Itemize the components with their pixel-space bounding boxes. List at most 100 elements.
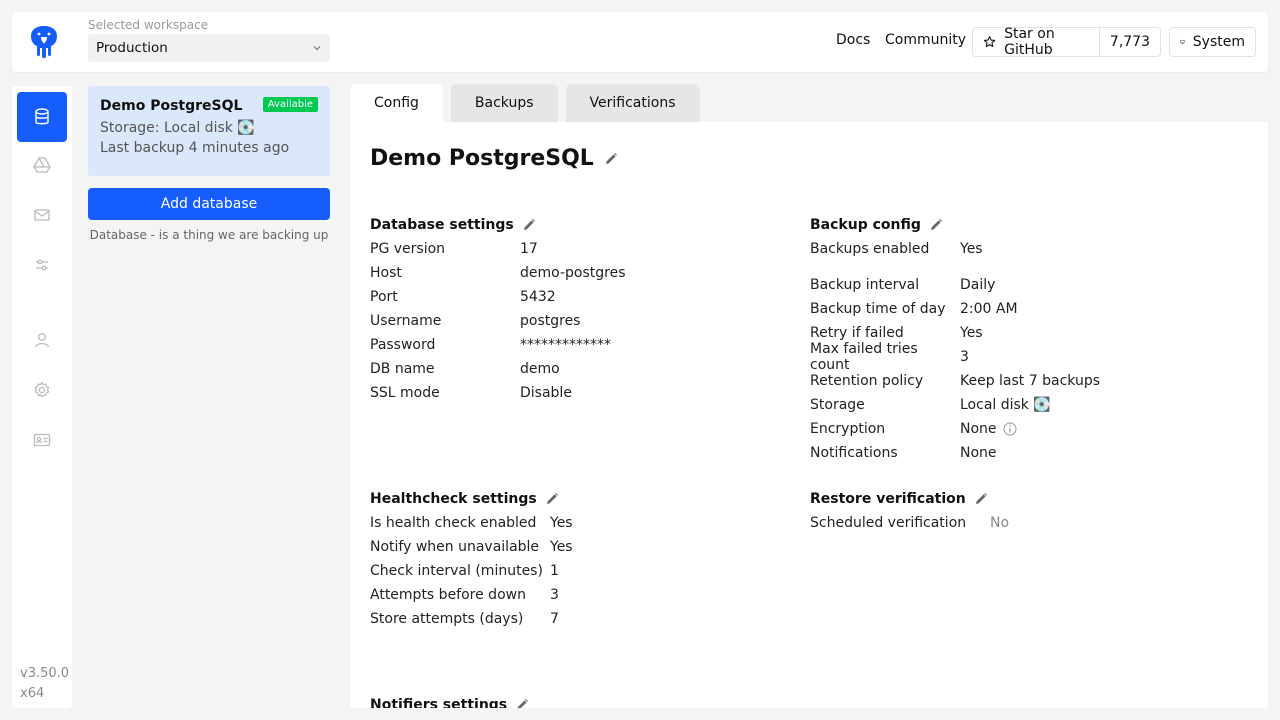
- workspace-value: Production: [96, 40, 168, 56]
- mail-icon: [34, 209, 50, 221]
- row-value: 2:00 AM: [960, 301, 1018, 317]
- settings-row: PG version 17: [370, 237, 626, 261]
- settings-row: Check interval (minutes) 1: [370, 559, 573, 583]
- database-card-last-backup: Last backup 4 minutes ago: [100, 140, 290, 156]
- settings-row: Username postgres: [370, 309, 626, 333]
- docs-link[interactable]: Docs: [836, 32, 870, 48]
- settings-row: Port 5432: [370, 285, 626, 309]
- arch-label: x64: [20, 686, 45, 701]
- edit-pencil-icon[interactable]: [604, 152, 618, 166]
- settings-row: Password *************: [370, 333, 626, 357]
- rail-settings-sliders[interactable]: [17, 240, 67, 290]
- rail-databases[interactable]: [17, 92, 67, 142]
- restore-verification-section: Restore verification Scheduled verificat…: [810, 487, 1009, 535]
- settings-row: Scheduled verification No: [810, 511, 1009, 535]
- row-value: None: [960, 421, 997, 437]
- row-value: Yes: [960, 325, 983, 341]
- id-card-icon: [33, 433, 51, 447]
- database-icon: [35, 108, 49, 125]
- notifiers-section: Notifiers settings: [370, 693, 529, 708]
- monitor-icon: [1180, 40, 1185, 44]
- database-hint: Database - is a thing we are backing up: [89, 228, 329, 242]
- settings-row: Backup time of day 2:00 AM: [810, 297, 1100, 321]
- page-title: Demo PostgreSQL: [370, 146, 594, 171]
- database-settings-section: Database settings PG version 17 Host demo-p…: [370, 213, 626, 405]
- row-value: Daily: [960, 277, 996, 293]
- settings-row: Notifications None: [810, 441, 1100, 465]
- row-value: demo-postgres: [520, 265, 626, 281]
- status-badge: Available: [262, 97, 318, 112]
- settings-row: Is health check enabled Yes: [370, 511, 573, 535]
- settings-row: Notify when unavailable Yes: [370, 535, 573, 559]
- database-settings-title: Database settings: [370, 217, 514, 233]
- row-value: 5432: [520, 289, 556, 305]
- edit-pencil-icon[interactable]: [545, 492, 559, 506]
- star-icon: [983, 36, 996, 48]
- edit-pencil-icon[interactable]: [929, 218, 943, 232]
- row-value: *************: [520, 337, 611, 353]
- chevron-down-icon: [313, 46, 321, 51]
- info-icon[interactable]: [1003, 422, 1017, 436]
- healthcheck-title: Healthcheck settings: [370, 491, 537, 507]
- edit-pencil-icon[interactable]: [515, 698, 529, 708]
- backup-config-title: Backup config: [810, 217, 921, 233]
- edit-pencil-icon[interactable]: [522, 218, 536, 232]
- row-value: demo: [520, 361, 560, 377]
- rail-notifiers[interactable]: [17, 190, 67, 240]
- restore-verification-title: Restore verification: [810, 491, 966, 507]
- row-value: 3: [960, 349, 969, 365]
- row-key: Password: [370, 337, 436, 353]
- database-card[interactable]: Demo PostgreSQL Available Storage: Local…: [88, 86, 330, 176]
- workspace-select[interactable]: Production: [88, 34, 330, 62]
- database-list: Demo PostgreSQL Available Storage: Local…: [88, 86, 330, 242]
- add-database-button[interactable]: Add database: [88, 188, 330, 220]
- rail-settings[interactable]: [17, 365, 67, 415]
- settings-row: SSL mode Disable: [370, 381, 626, 405]
- row-key: Notifications: [810, 445, 898, 461]
- row-key: Notify when unavailable: [370, 539, 540, 555]
- row-key: Backup interval: [810, 277, 920, 293]
- edit-pencil-icon[interactable]: [974, 492, 988, 506]
- database-card-storage: Storage: Local disk 💽: [100, 120, 255, 136]
- row-value: 7: [550, 611, 559, 627]
- row-key: Backup time of day: [810, 301, 946, 317]
- row-key: Max failed tries count: [810, 341, 918, 373]
- theme-system-button[interactable]: System: [1169, 27, 1256, 57]
- community-link[interactable]: Community: [885, 32, 966, 48]
- workspace-label: Selected workspace: [88, 18, 209, 32]
- config-panel: Demo PostgreSQL Database settings PG ver…: [350, 122, 1268, 708]
- settings-row: Host demo-postgres: [370, 261, 626, 285]
- rail-storages[interactable]: [17, 140, 67, 190]
- row-value: Keep last 7 backups: [960, 373, 1100, 389]
- settings-row: Encryption None: [810, 417, 1100, 441]
- row-value: Yes: [960, 241, 983, 257]
- tab-backups[interactable]: Backups: [450, 84, 558, 122]
- row-key: DB name: [370, 361, 435, 377]
- github-star-button[interactable]: Star on GitHub 7,773: [972, 26, 1161, 58]
- row-key: SSL mode: [370, 385, 440, 401]
- rail-users[interactable]: [17, 315, 67, 365]
- github-star-count: 7,773: [1109, 34, 1150, 50]
- row-key: Check interval (minutes): [370, 563, 543, 579]
- row-value: No: [990, 515, 1010, 531]
- row-key: PG version: [370, 241, 446, 257]
- nav-rail: v3.50.0 x64: [12, 86, 72, 708]
- tab-bar: Config Backups Verifications: [350, 84, 700, 122]
- tab-config[interactable]: Config: [350, 84, 443, 122]
- user-icon: [34, 333, 50, 348]
- row-key: Backups enabled: [810, 241, 930, 257]
- notifiers-title: Notifiers settings: [370, 697, 508, 708]
- version-info: v3.50.0 x64: [20, 664, 69, 704]
- rail-profile[interactable]: [17, 415, 67, 465]
- settings-row: Max failed tries count 3: [810, 341, 1100, 373]
- row-value: 3: [550, 587, 559, 603]
- version-number: v3.50.0: [20, 666, 70, 681]
- backup-config-section: Backup config Backups enabled Yes Backup…: [810, 213, 1100, 465]
- row-key: Storage: [810, 397, 865, 413]
- row-value: Yes: [550, 539, 573, 555]
- tab-verifications[interactable]: Verifications: [565, 84, 700, 122]
- row-value: 1: [550, 563, 559, 579]
- elephant-logo-icon[interactable]: [28, 24, 60, 60]
- row-key: Encryption: [810, 421, 886, 437]
- row-key: Retry if failed: [810, 325, 904, 341]
